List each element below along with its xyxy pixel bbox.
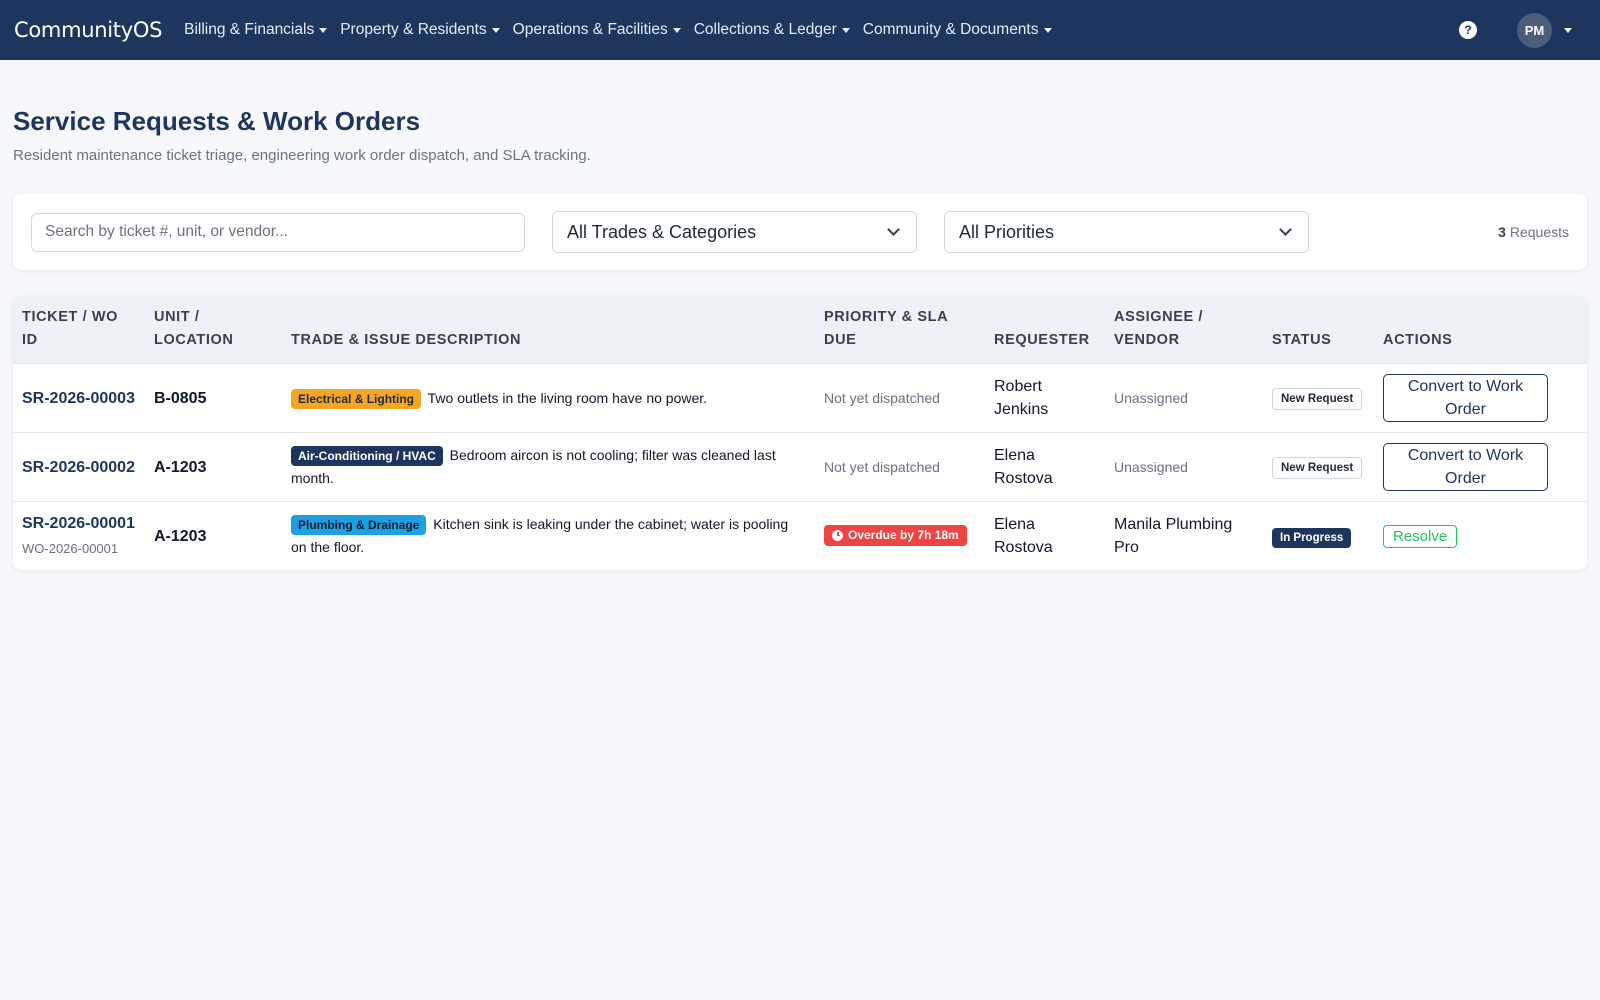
status-badge: New Request [1272,388,1363,410]
assignee: Unassigned [1114,389,1188,406]
nav-item-label: Collections & Ledger [693,21,837,38]
status-badge: New Request [1272,457,1363,479]
trade-badge: Electrical & Lighting [291,388,422,409]
user-avatar[interactable]: PM [1517,12,1552,48]
requests-table: TICKET / WO ID UNIT / LOCATION TRADE & I… [13,296,1587,570]
header-ticket: TICKET / WO ID [13,296,145,364]
ticket-id[interactable]: SR-2026-00003 [22,387,136,410]
request-count: 3 Requests [1498,224,1569,240]
request-count-label: Requests [1509,224,1569,240]
chevron-down-icon [887,223,900,236]
nav-community-documents[interactable]: Community & Documents [863,21,1052,39]
trade-badge: Air-Conditioning / HVAC [291,446,443,466]
brand-logo[interactable]: CommunityOS [14,18,162,42]
table-row: SR-2026-00001 WO-2026-00001 A-1203 Plumb… [13,501,1587,570]
ticket-id[interactable]: SR-2026-00001 [22,512,136,535]
caret-down-icon [1043,27,1052,33]
table-header-row: TICKET / WO ID UNIT / LOCATION TRADE & I… [13,296,1587,364]
filter-bar: All Trades & Categories All Priorities 3… [13,194,1587,270]
nav-item-label: Property & Residents [340,21,487,38]
sla-overdue-badge: Overdue by 7h 18m [824,524,967,546]
header-status: STATUS [1263,296,1374,364]
priority-select[interactable]: All Priorities [944,211,1309,253]
header-actions: ACTIONS [1374,296,1587,364]
request-count-number: 3 [1498,224,1506,240]
nav-collections-ledger[interactable]: Collections & Ledger [694,21,850,39]
trade-category-select-value: All Trades & Categories [567,221,757,242]
nav-property-residents[interactable]: Property & Residents [340,21,500,39]
main-content: Service Requests & Work Orders Resident … [0,106,1600,570]
header-requester: REQUESTER [985,296,1105,364]
trade-badge: Plumbing & Drainage [291,515,427,535]
header-trade: TRADE & ISSUE DESCRIPTION [282,296,815,364]
status-badge: In Progress [1272,527,1352,548]
priority-select-value: All Priorities [959,221,1055,242]
trade-category-select[interactable]: All Trades & Categories [552,211,917,253]
requester-name: Elena Rostova [994,516,1053,556]
assignee: Unassigned [1114,458,1188,475]
sla-status: Not yet dispatched [824,458,940,475]
nav-item-label: Billing & Financials [184,21,315,38]
work-order-id: WO-2026-00001 [22,541,119,556]
caret-down-icon [672,27,681,33]
assignee: Manila Plumbing Pro [1114,516,1233,556]
nav-operations-facilities[interactable]: Operations & Facilities [513,21,681,39]
main-nav-menu: Billing & Financials Property & Resident… [184,21,1064,39]
page-title: Service Requests & Work Orders [13,106,421,136]
resolve-button[interactable]: Resolve [1383,524,1458,548]
header-priority: PRIORITY & SLA DUE [815,296,985,364]
search-input[interactable] [31,212,525,252]
unit-location: A-1203 [154,527,207,545]
navbar-right: ? PM [1459,12,1586,48]
caret-down-icon[interactable] [1564,27,1572,33]
top-navbar: CommunityOS Billing & Financials Propert… [0,0,1600,60]
nav-billing-financials[interactable]: Billing & Financials [184,21,328,39]
table-row: SR-2026-00002 A-1203 Air-Conditioning / … [13,432,1587,502]
requester-name: Elena Rostova [994,447,1053,487]
requests-table-card: TICKET / WO ID UNIT / LOCATION TRADE & I… [13,296,1587,570]
sla-overdue-text: Overdue by 7h 18m [848,527,959,542]
nav-item-label: Community & Documents [862,21,1039,38]
caret-down-icon [491,27,500,33]
unit-location: A-1203 [154,458,207,476]
ticket-id[interactable]: SR-2026-00002 [22,456,136,479]
clock-icon [832,529,843,541]
requester-name: Robert Jenkins [994,378,1049,418]
table-row: SR-2026-00003 B-0805 Electrical & Lighti… [13,363,1587,433]
issue-description: Two outlets in the living room have no p… [427,389,708,406]
header-assignee: ASSIGNEE / VENDOR [1105,296,1263,364]
convert-to-work-order-button[interactable]: Convert to Work Order [1383,443,1548,491]
header-unit: UNIT / LOCATION [145,296,282,364]
sla-status: Not yet dispatched [824,389,940,406]
caret-down-icon [841,27,850,33]
page-subtitle: Resident maintenance ticket triage, engi… [13,147,591,164]
chevron-down-icon [1279,223,1292,236]
question-circle-icon[interactable]: ? [1459,21,1477,39]
nav-item-label: Operations & Facilities [512,21,668,38]
convert-to-work-order-button[interactable]: Convert to Work Order [1383,374,1548,422]
unit-location: B-0805 [154,389,207,407]
caret-down-icon [319,27,328,33]
